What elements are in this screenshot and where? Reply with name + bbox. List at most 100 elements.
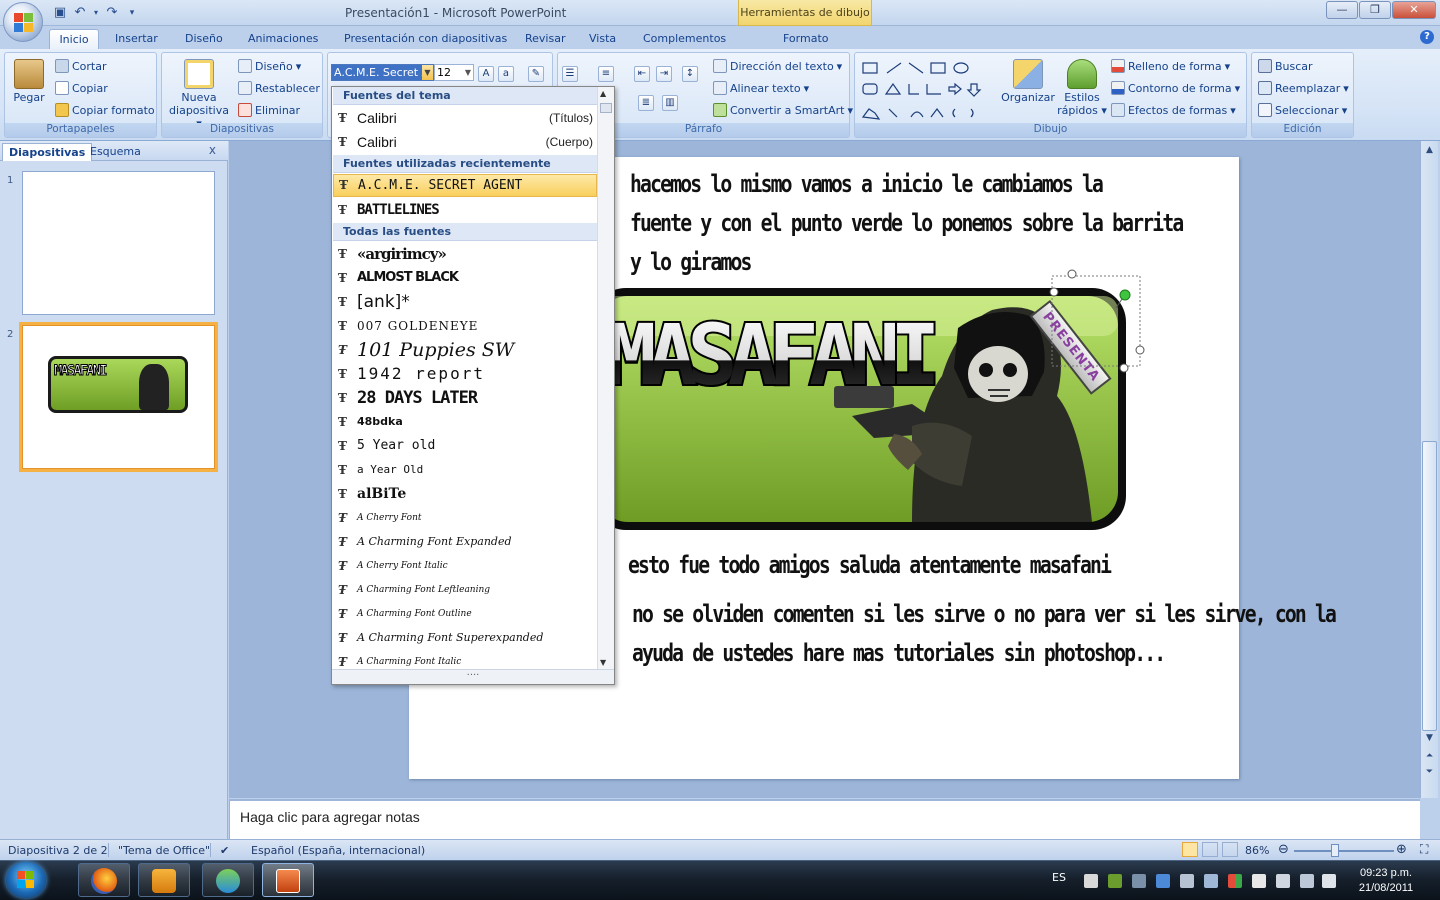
customize-qat-icon[interactable]: ▾: [124, 5, 140, 21]
tray-device-icon[interactable]: [1180, 874, 1194, 888]
dropdown-scrollbar[interactable]: ▲ ▼: [597, 87, 614, 669]
slide-sorter-view-icon[interactable]: [1202, 842, 1218, 857]
decrease-indent-icon[interactable]: ⇤: [634, 66, 650, 82]
tab-inicio[interactable]: Inicio: [49, 29, 99, 49]
bullets-icon[interactable]: ☰: [562, 66, 578, 82]
slide-thumbnail-1[interactable]: [22, 171, 215, 315]
tray-usb-icon[interactable]: [1204, 874, 1218, 888]
reset-button[interactable]: Restablecer: [238, 81, 320, 95]
slide-text-line-6[interactable]: ayuda de ustedes hare mas tutoriales sin…: [632, 634, 1166, 673]
font-item-calibri-headings[interactable]: Ŧ Calibri (Títulos): [333, 106, 597, 130]
paste-button[interactable]: Pegar: [9, 59, 49, 104]
tray-security-icon[interactable]: [1228, 874, 1242, 888]
normal-view-icon[interactable]: [1182, 842, 1198, 857]
justify-icon[interactable]: ≣: [638, 95, 654, 111]
save-icon[interactable]: ▣: [52, 5, 68, 21]
increase-indent-icon[interactable]: ⇥: [656, 66, 672, 82]
action-center-flag-icon[interactable]: [1276, 874, 1290, 888]
taskbar-firefox[interactable]: [78, 863, 130, 897]
font-item[interactable]: Ŧ A Cherry Font: [333, 506, 597, 530]
close-panel-icon[interactable]: x: [209, 143, 216, 157]
spellcheck-icon[interactable]: ✔: [220, 844, 229, 857]
shape-effects-button[interactable]: Efectos de formas ▾: [1111, 103, 1236, 117]
start-button[interactable]: [6, 862, 46, 898]
columns-icon[interactable]: ▥: [662, 95, 678, 111]
previous-slide-icon[interactable]: ⏶: [1422, 749, 1437, 764]
font-item[interactable]: Ŧ «argirimcy»: [333, 242, 597, 266]
theme-name[interactable]: "Tema de Office": [118, 844, 210, 857]
font-item[interactable]: Ŧ 007 GOLDENEYE: [333, 314, 597, 338]
notes-pane[interactable]: Haga clic para agregar notas: [229, 799, 1420, 839]
dropdown-scroll-down-icon[interactable]: ▼: [600, 658, 606, 667]
select-button[interactable]: Seleccionar ▾: [1258, 103, 1347, 117]
tray-nvidia-icon[interactable]: [1108, 874, 1122, 888]
scroll-thumb[interactable]: [1422, 441, 1437, 731]
font-item[interactable]: Ŧ 28 DAYS LATER: [333, 386, 597, 410]
maximize-button[interactable]: ❐: [1359, 1, 1391, 19]
tab-complementos[interactable]: Complementos: [635, 29, 734, 49]
layout-button[interactable]: Diseño ▾: [238, 59, 301, 73]
font-item-battlelines[interactable]: Ŧ BATTLELINES: [333, 198, 597, 222]
minimize-button[interactable]: —: [1326, 1, 1358, 19]
find-button[interactable]: Buscar: [1258, 59, 1313, 73]
tab-outline[interactable]: Esquema: [84, 143, 147, 161]
tray-bluetooth-icon[interactable]: [1156, 874, 1170, 888]
tab-animaciones[interactable]: Animaciones: [240, 29, 326, 49]
tray-network-icon[interactable]: [1132, 874, 1146, 888]
vertical-scrollbar[interactable]: ▲ ▼ ⏶ ⏷: [1420, 141, 1438, 798]
tray-speaker-icon[interactable]: [1252, 874, 1266, 888]
taskbar-messenger[interactable]: [202, 863, 254, 897]
font-item[interactable]: Ŧa Year Old: [333, 458, 597, 482]
grow-font-icon[interactable]: A: [478, 66, 494, 82]
font-item-calibri-body[interactable]: Ŧ Calibri (Cuerpo): [333, 130, 597, 154]
shape-outline-button[interactable]: Contorno de forma ▾: [1111, 81, 1240, 95]
tab-presentacion[interactable]: Presentación con diapositivas: [336, 29, 515, 49]
resize-handle-icon[interactable]: [1135, 345, 1145, 355]
font-item[interactable]: ŦalBiTe: [333, 482, 597, 506]
font-item[interactable]: Ŧ ALMOST BLACK: [333, 266, 597, 290]
dropdown-scroll-up-icon[interactable]: ▲: [600, 89, 606, 98]
slide-text-line-5[interactable]: no se olviden comenten si les sirve o no…: [632, 595, 1337, 634]
slide-text-line-2[interactable]: fuente y con el punto verde lo ponemos s…: [630, 204, 1184, 243]
rotation-handle-icon[interactable]: [1119, 289, 1131, 301]
taskbar-media-player[interactable]: [138, 863, 190, 897]
volume-icon[interactable]: [1322, 874, 1336, 888]
cut-button[interactable]: Cortar: [55, 59, 107, 73]
undo-icon[interactable]: ↶: [72, 5, 88, 21]
font-item[interactable]: Ŧ A Cherry Font Italic: [333, 554, 597, 578]
dropdown-scroll-thumb[interactable]: [600, 103, 612, 113]
tab-insertar[interactable]: Insertar: [107, 29, 166, 49]
arrange-button[interactable]: Organizar: [1001, 59, 1055, 104]
clear-format-icon[interactable]: ✎: [528, 66, 544, 82]
tray-app-icon[interactable]: [1084, 874, 1098, 888]
delete-slide-button[interactable]: Eliminar: [238, 103, 300, 117]
undo-dropdown-icon[interactable]: ▾: [92, 5, 100, 21]
tab-formato[interactable]: Formato: [775, 29, 837, 49]
language-status[interactable]: Español (España, internacional): [251, 844, 425, 857]
next-slide-icon[interactable]: ⏷: [1422, 765, 1437, 780]
text-direction-button[interactable]: Dirección del texto ▾: [713, 59, 842, 73]
input-language[interactable]: ES: [1052, 871, 1066, 884]
font-item-acme-secret-agent[interactable]: Ŧ A.C.M.E. SECRET AGENT: [333, 174, 597, 197]
font-item[interactable]: Ŧ A Charming Font Expanded: [333, 530, 597, 554]
shrink-font-icon[interactable]: a: [498, 66, 514, 82]
copy-button[interactable]: Copiar: [55, 81, 108, 95]
zoom-out-icon[interactable]: ⊖: [1278, 842, 1289, 857]
line-spacing-icon[interactable]: ↕: [682, 66, 698, 82]
shape-fill-button[interactable]: Relleno de forma ▾: [1111, 59, 1230, 73]
align-text-button[interactable]: Alinear texto ▾: [713, 81, 809, 95]
font-dropdown-arrow-icon[interactable]: ▼: [422, 65, 433, 80]
zoom-slider-thumb[interactable]: [1331, 844, 1339, 857]
tab-vista[interactable]: Vista: [581, 29, 624, 49]
help-icon[interactable]: ?: [1420, 30, 1434, 44]
taskbar-clock[interactable]: 09:23 p.m. 21/08/2011: [1346, 866, 1426, 896]
shapes-gallery[interactable]: [861, 59, 991, 123]
font-item[interactable]: Ŧ 1942 report: [333, 362, 597, 386]
tab-slides[interactable]: Diapositivas: [2, 143, 93, 161]
zoom-slider-track[interactable]: [1294, 850, 1394, 852]
tab-revisar[interactable]: Revisar: [517, 29, 573, 49]
scroll-down-icon[interactable]: ▼: [1422, 731, 1437, 746]
replace-button[interactable]: Reemplazar ▾: [1258, 81, 1349, 95]
redo-icon[interactable]: ↷: [104, 5, 120, 21]
scroll-up-icon[interactable]: ▲: [1422, 143, 1437, 158]
